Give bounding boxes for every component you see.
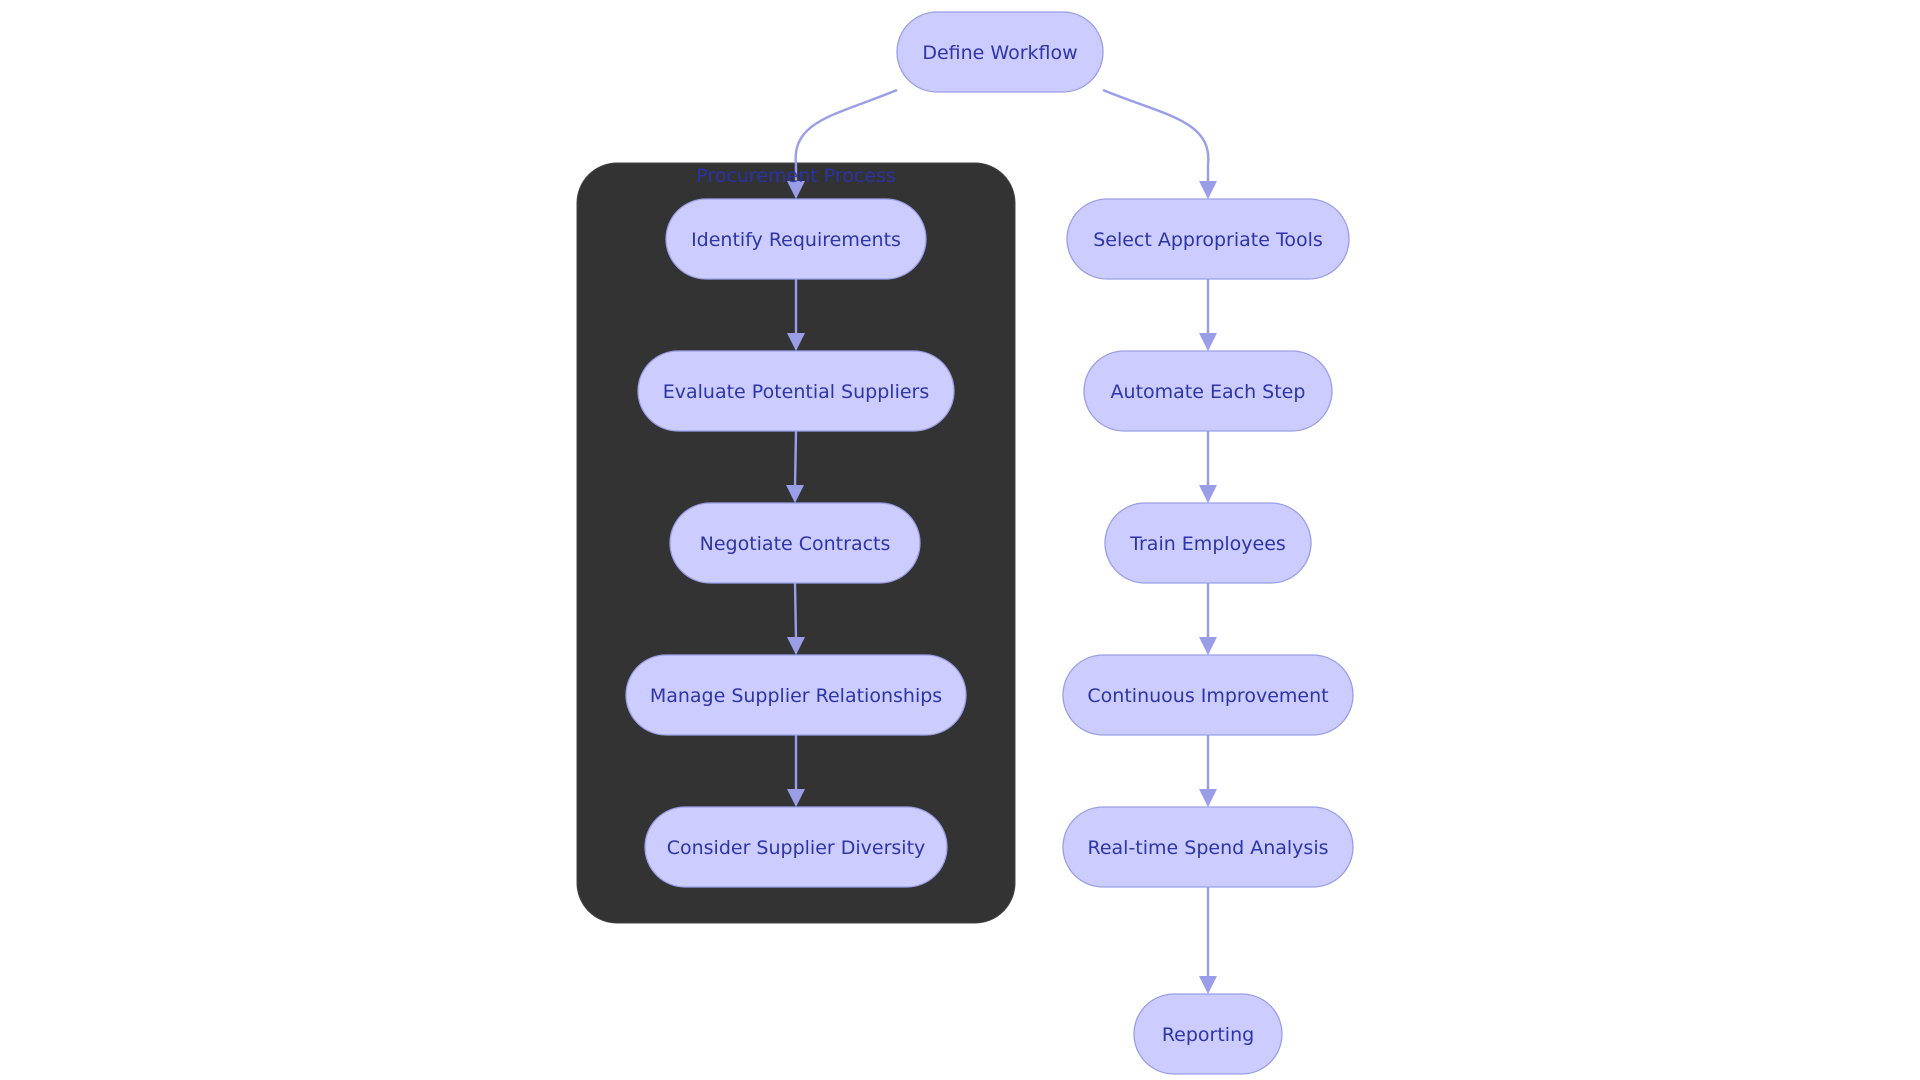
node-train[interactable]: Train Employees [1104,502,1312,584]
node-evaluate[interactable]: Evaluate Potential Suppliers [637,350,955,432]
node-label: Real-time Spend Analysis [1087,837,1328,859]
arrowhead-icon [1199,637,1217,655]
node-define[interactable]: Define Workflow [896,11,1104,93]
arrowhead-icon [1199,485,1217,503]
edge-automate-train [1199,431,1217,503]
node-label: Negotiate Contracts [700,533,891,555]
node-label: Train Employees [1129,533,1286,555]
node-label: Reporting [1162,1024,1254,1046]
edge-improve-spend [1199,735,1217,807]
node-label: Evaluate Potential Suppliers [663,381,930,403]
node-reporting[interactable]: Reporting [1133,993,1283,1075]
edge-line [793,582,798,640]
node-label: Continuous Improvement [1087,685,1328,707]
arrowhead-icon [1199,333,1217,351]
arrowhead-icon [1199,181,1217,199]
edge-define-select [1102,88,1217,199]
node-identify[interactable]: Identify Requirements [665,198,927,280]
node-label: Identify Requirements [691,229,901,251]
node-spend[interactable]: Real-time Spend Analysis [1062,806,1354,888]
node-manage[interactable]: Manage Supplier Relationships [625,654,967,736]
flowchart-canvas: Define Workflow Identify Requirements Eval… [576,11,1354,1075]
node-negotiate[interactable]: Negotiate Contracts [669,502,921,584]
edge-train-improve [1199,583,1217,655]
node-label: Select Appropriate Tools [1093,229,1323,251]
node-select[interactable]: Select Appropriate Tools [1066,198,1350,280]
node-diversity[interactable]: Consider Supplier Diversity [644,806,948,888]
edge-select-automate [1199,279,1217,351]
node-label: Define Workflow [922,42,1077,64]
edge-spend-reporting [1199,887,1217,994]
node-improve[interactable]: Continuous Improvement [1062,654,1354,736]
edge-line [793,430,798,488]
arrowhead-icon [1199,976,1217,994]
node-automate[interactable]: Automate Each Step [1083,350,1333,432]
node-label: Manage Supplier Relationships [650,685,942,707]
node-label: Consider Supplier Diversity [667,837,926,859]
node-label: Automate Each Step [1111,381,1306,403]
cluster-label: Procurement Process [696,165,896,187]
edge-line [1102,88,1210,183]
arrowhead-icon [1199,789,1217,807]
